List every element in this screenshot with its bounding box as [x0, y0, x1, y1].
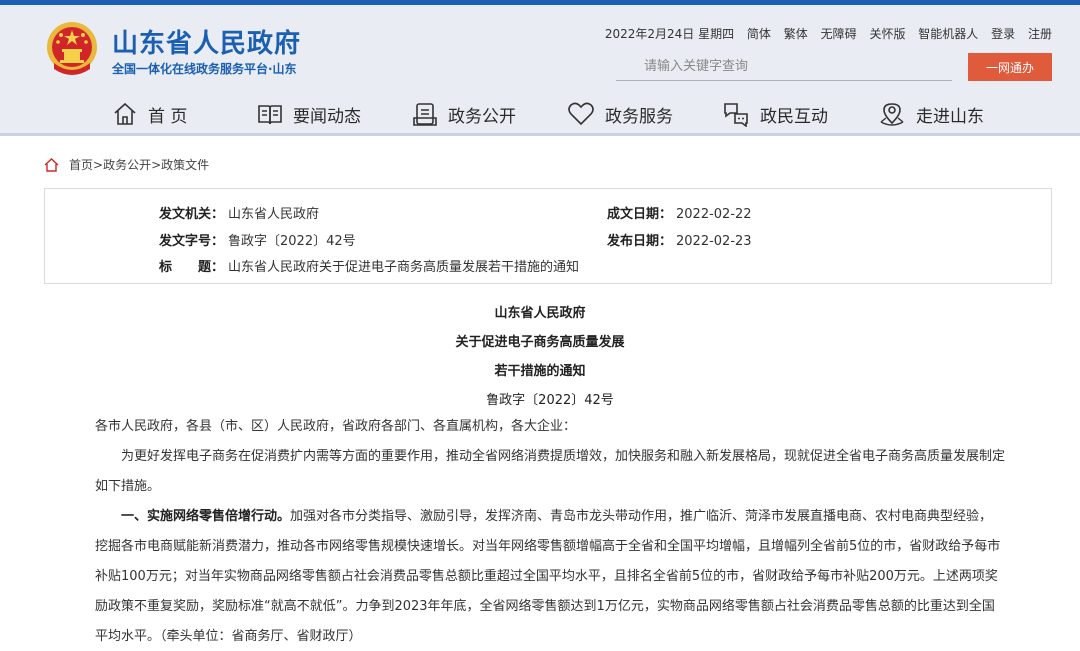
meta-published-label: 发布日期：: [607, 234, 673, 249]
site-title[interactable]: 山东省人民政府: [112, 23, 301, 60]
document-icon: [413, 103, 437, 126]
meta-issuer-label: 发文机关：: [159, 207, 225, 222]
meta-created-label: 成文日期：: [607, 207, 673, 222]
top-links: 2022年2月24日 星期四 简体 繁体 无障碍 关怀版 智能机器人 登录 注册: [605, 25, 1052, 42]
meta-doc-no-value: 鲁政字〔2022〕42号: [228, 234, 356, 249]
nav-item-news[interactable]: 要闻动态: [257, 98, 361, 130]
site-subtitle: 全国一体化在线政务服务平台·山东: [112, 62, 297, 76]
nav-item-interaction[interactable]: 政民互动: [722, 98, 828, 130]
document-meta-box: 发文机关： 山东省人民政府 发文字号： 鲁政字〔2022〕42号 标 题： 山东省人民…: [44, 188, 1052, 284]
meta-created-value: 2022-02-22: [676, 207, 752, 222]
meta-doc-no: 发文字号： 鲁政字〔2022〕42号: [159, 230, 356, 249]
nav-item-home[interactable]: 首 页: [112, 98, 187, 130]
nav-item-gov-services[interactable]: 政务服务: [567, 98, 673, 130]
breadcrumb-separator: >: [151, 157, 162, 172]
doc-heading-title-2: 若干措施的通知: [494, 364, 586, 379]
link-care-mode[interactable]: 关怀版: [869, 27, 905, 41]
doc-heading-issuer: 山东省人民政府: [494, 306, 586, 321]
search-box: [616, 53, 952, 81]
doc-section-1-body: 加强对各市分类指导、激励引导，发挥济南、青岛市龙头带动作用，推广临沂、菏泽市发展…: [95, 509, 1001, 644]
heart-icon: [568, 102, 594, 126]
home-icon[interactable]: [44, 157, 59, 172]
nav-label-interaction: 政民互动: [760, 106, 828, 127]
doc-heading-title-1: 关于促进电子商务高质量发展: [455, 335, 625, 350]
search-input[interactable]: [616, 53, 952, 80]
link-login[interactable]: 登录: [991, 27, 1015, 41]
link-simplified[interactable]: 简体: [747, 27, 771, 41]
nav-label-gov-services: 政务服务: [605, 106, 673, 127]
link-robot[interactable]: 智能机器人: [918, 27, 978, 41]
link-register[interactable]: 注册: [1028, 27, 1052, 41]
national-emblem-icon[interactable]: [46, 19, 98, 77]
doc-section-1: 一、实施网络零售倍增行动。加强对各市分类指导、激励引导，发挥济南、青岛市龙头带动…: [95, 502, 1005, 651]
one-stop-service-button[interactable]: 一网通办: [968, 53, 1052, 81]
meta-title-label: 标 题：: [159, 260, 225, 275]
meta-issuer-value: 山东省人民政府: [228, 207, 320, 222]
doc-addressee: 各市人民政府，各县（市、区）人民政府，省政府各部门、各直属机构，各大企业：: [95, 419, 577, 434]
breadcrumb-gov-affairs-open[interactable]: 政务公开: [103, 156, 151, 173]
meta-doc-no-label: 发文字号：: [159, 234, 225, 249]
home-icon: [114, 102, 136, 125]
chat-icon: [724, 103, 748, 127]
current-date: 2022年2月24日 星期四: [604, 27, 735, 41]
breadcrumb: 首页 > 政务公开 > 政策文件: [44, 156, 209, 173]
doc-number: 鲁政字〔2022〕42号: [486, 393, 614, 408]
meta-title: 标 题： 山东省人民政府关于促进电子商务高质量发展若干措施的通知: [159, 256, 579, 275]
meta-published: 发布日期： 2022-02-23: [607, 230, 752, 249]
nav-label-home: 首 页: [148, 106, 188, 127]
nav-item-about-shandong[interactable]: 走进山东: [878, 98, 984, 130]
location-icon: [880, 103, 904, 126]
site-header: 山东省人民政府 全国一体化在线政务服务平台·山东 2022年2月24日 星期四 …: [0, 5, 1080, 90]
doc-intro-paragraph: 为更好发挥电子商务在促消费扩内需等方面的重要作用，推动全省网络消费提质增效，加快…: [95, 449, 1006, 494]
meta-published-value: 2022-02-23: [676, 234, 752, 249]
nav-item-gov-affairs-open[interactable]: 政务公开: [412, 98, 516, 130]
main-nav: 首 页 要闻动态 政务公开 政务服务 政民互动 走进山东: [0, 90, 1080, 136]
nav-label-about-shandong: 走进山东: [916, 106, 984, 127]
doc-section-1-title: 一、实施网络零售倍增行动。: [121, 509, 291, 524]
link-traditional[interactable]: 繁体: [784, 27, 808, 41]
nav-label-news: 要闻动态: [293, 106, 361, 127]
meta-issuer: 发文机关： 山东省人民政府: [159, 203, 319, 222]
nav-label-gov-affairs-open: 政务公开: [448, 106, 516, 127]
breadcrumb-home[interactable]: 首页: [69, 156, 93, 173]
breadcrumb-separator: >: [93, 157, 104, 172]
breadcrumb-policy-files[interactable]: 政策文件: [161, 156, 209, 173]
book-icon: [258, 105, 282, 125]
link-accessibility[interactable]: 无障碍: [821, 27, 857, 41]
meta-created: 成文日期： 2022-02-22: [607, 203, 752, 222]
meta-title-value: 山东省人民政府关于促进电子商务高质量发展若干措施的通知: [228, 260, 580, 275]
